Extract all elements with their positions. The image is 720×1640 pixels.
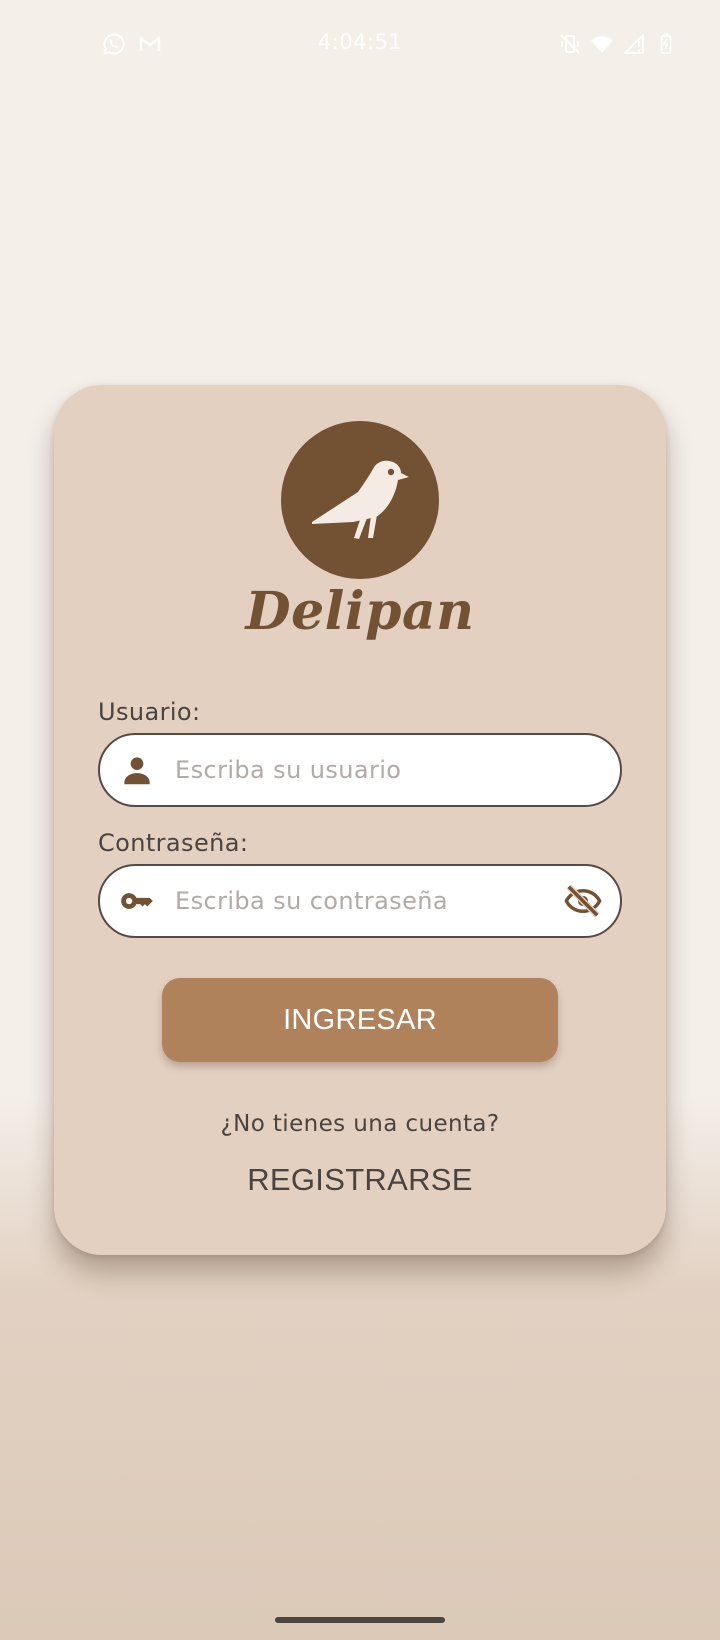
signal-icon	[624, 34, 644, 54]
username-input[interactable]: Escriba su usuario	[98, 733, 622, 807]
person-icon	[124, 757, 150, 785]
battery-icon	[660, 33, 672, 54]
brand-name: Delipan	[245, 581, 475, 642]
system-icons	[558, 32, 678, 56]
username-label: Usuario:	[98, 698, 201, 726]
eye-off-icon[interactable]	[564, 882, 602, 920]
no-account-text: ¿No tienes una cuenta?	[220, 1111, 500, 1137]
home-indicator[interactable]	[275, 1617, 445, 1623]
login-button[interactable]: INGRESAR	[162, 978, 558, 1062]
bird-icon	[312, 460, 409, 539]
app-logo	[281, 421, 439, 579]
login-card: Delipan Usuario: Escriba su usuario Cont…	[54, 385, 666, 1255]
status-bar: 4:04:51	[0, 0, 720, 90]
key-icon	[121, 893, 153, 909]
password-placeholder: Escriba su contraseña	[175, 887, 448, 915]
register-link[interactable]: REGISTRARSE	[210, 1155, 510, 1205]
password-label: Contraseña:	[98, 829, 249, 857]
username-placeholder: Escriba su usuario	[175, 756, 402, 784]
password-input[interactable]: Escriba su contraseña	[98, 864, 622, 938]
vibrate-off-icon	[560, 34, 580, 54]
wifi-icon	[591, 36, 613, 53]
